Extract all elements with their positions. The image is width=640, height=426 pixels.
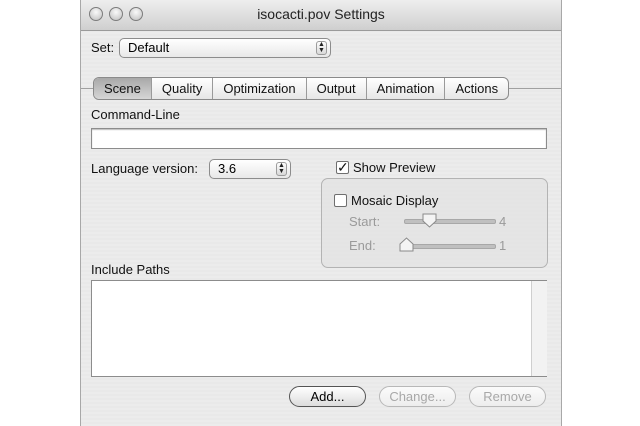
mosaic-display-checkbox[interactable]: [334, 194, 347, 207]
language-version-value: 3.6: [218, 161, 237, 176]
set-label: Set:: [91, 40, 115, 55]
remove-button[interactable]: Remove: [469, 386, 546, 407]
set-value: Default: [128, 40, 170, 55]
end-label: End:: [349, 238, 376, 253]
end-slider-track[interactable]: [404, 244, 496, 249]
start-label: Start:: [349, 214, 381, 229]
tab-actions[interactable]: Actions: [445, 78, 508, 99]
popup-arrows-icon: ▲ ▼: [276, 162, 287, 176]
command-line-field[interactable]: [91, 128, 547, 149]
tab-output[interactable]: Output: [307, 78, 367, 99]
tab-optimization[interactable]: Optimization: [213, 78, 307, 99]
show-preview-checkbox[interactable]: ✓: [336, 160, 349, 174]
settings-window: isocacti.pov Settings Set: Default ▲ ▼ Sc…: [80, 0, 562, 426]
language-version-label: Language version:: [91, 161, 198, 176]
language-version-popup[interactable]: 3.6 ▲ ▼: [209, 159, 291, 179]
start-value: 4: [499, 214, 507, 229]
include-paths-label: Include Paths: [91, 262, 170, 277]
tab-scene[interactable]: Scene: [94, 78, 152, 99]
mosaic-display-label: Mosaic Display: [351, 193, 439, 208]
tab-animation[interactable]: Animation: [367, 78, 446, 99]
title-bar[interactable]: isocacti.pov Settings: [81, 0, 561, 31]
end-slider-thumb[interactable]: [399, 237, 414, 252]
set-popup[interactable]: Default ▲ ▼: [119, 38, 331, 58]
start-slider-thumb[interactable]: [422, 213, 437, 228]
include-paths-list[interactable]: [91, 280, 547, 377]
end-value: 1: [499, 238, 507, 253]
add-button[interactable]: Add...: [289, 386, 366, 407]
command-line-label: Command-Line: [91, 107, 180, 122]
popup-arrows-icon: ▲ ▼: [316, 41, 327, 55]
show-preview-label: Show Preview: [353, 160, 436, 175]
change-button[interactable]: Change...: [379, 386, 456, 407]
preview-group: Mosaic Display Start: 4 End: 1: [321, 178, 548, 268]
include-paths-scrollbar[interactable]: [531, 281, 547, 376]
window-title: isocacti.pov Settings: [257, 6, 385, 22]
start-slider-track[interactable]: [404, 219, 496, 224]
tab-quality[interactable]: Quality: [152, 78, 214, 99]
tab-bar: Scene Quality Optimization Output Animat…: [93, 77, 510, 100]
